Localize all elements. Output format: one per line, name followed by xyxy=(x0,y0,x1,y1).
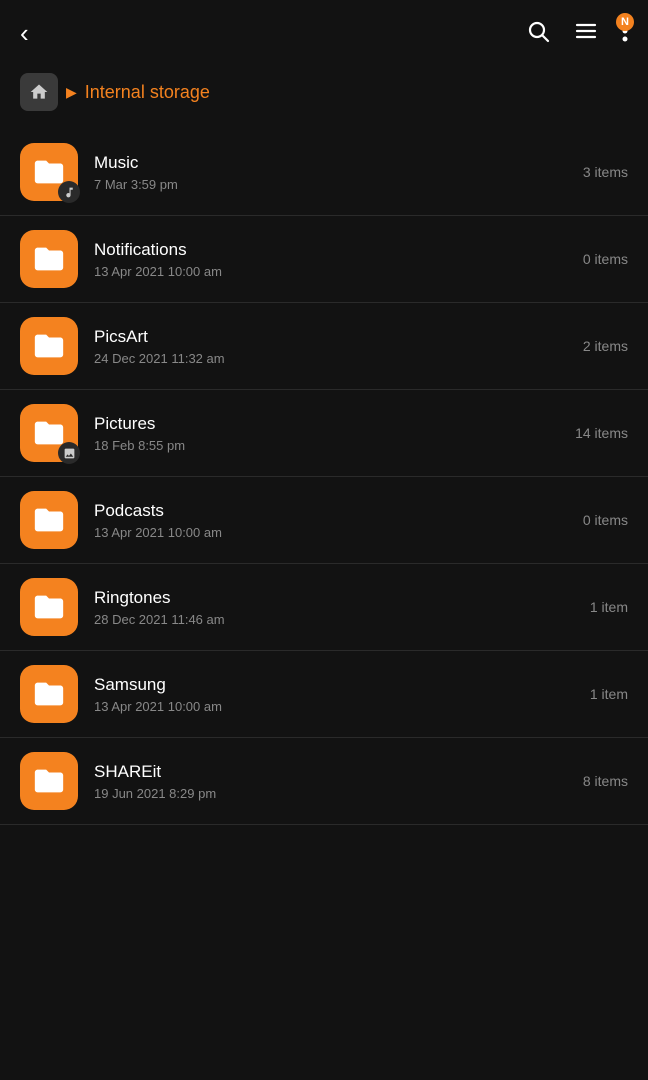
breadcrumb-arrow: ▶ xyxy=(66,84,77,101)
folder-date: 28 Dec 2021 11:46 am xyxy=(94,612,574,627)
list-item[interactable]: Notifications 13 Apr 2021 10:00 am 0 ite… xyxy=(0,216,648,303)
folder-icon xyxy=(20,578,78,636)
breadcrumb: ▶ Internal storage xyxy=(0,59,648,125)
folder-date: 19 Jun 2021 8:29 pm xyxy=(94,786,567,801)
breadcrumb-path: Internal storage xyxy=(85,82,210,103)
folder-name: SHAREit xyxy=(94,762,567,782)
folder-icon xyxy=(20,491,78,549)
folder-icon xyxy=(20,317,78,375)
folder-count: 2 items xyxy=(583,338,628,354)
folder-icon xyxy=(20,665,78,723)
folder-date: 24 Dec 2021 11:32 am xyxy=(94,351,567,366)
folder-name: Podcasts xyxy=(94,501,567,521)
folder-count: 0 items xyxy=(583,512,628,528)
folder-icon-container xyxy=(20,491,78,549)
folder-name: Pictures xyxy=(94,414,559,434)
folder-count: 8 items xyxy=(583,773,628,789)
list-item[interactable]: Pictures 18 Feb 8:55 pm 14 items xyxy=(0,390,648,477)
list-item[interactable]: Ringtones 28 Dec 2021 11:46 am 1 item xyxy=(0,564,648,651)
notification-badge: N xyxy=(616,13,634,31)
folder-icon xyxy=(20,230,78,288)
folder-info: Samsung 13 Apr 2021 10:00 am xyxy=(94,675,574,714)
folder-count: 1 item xyxy=(590,599,628,615)
list-item[interactable]: PicsArt 24 Dec 2021 11:32 am 2 items xyxy=(0,303,648,390)
folder-info: Podcasts 13 Apr 2021 10:00 am xyxy=(94,501,567,540)
header: ‹ N xyxy=(0,0,648,59)
folder-info: Music 7 Mar 3:59 pm xyxy=(94,153,567,192)
folder-name: Music xyxy=(94,153,567,173)
folder-info: SHAREit 19 Jun 2021 8:29 pm xyxy=(94,762,567,801)
folder-icon-container xyxy=(20,752,78,810)
home-icon[interactable] xyxy=(20,73,58,111)
folder-count: 14 items xyxy=(575,425,628,441)
header-right: N xyxy=(526,19,628,49)
music-badge-icon xyxy=(58,181,80,203)
folder-date: 18 Feb 8:55 pm xyxy=(94,438,559,453)
list-view-icon[interactable] xyxy=(574,19,598,49)
list-item[interactable]: SHAREit 19 Jun 2021 8:29 pm 8 items xyxy=(0,738,648,825)
image-badge-icon xyxy=(58,442,80,464)
folder-date: 13 Apr 2021 10:00 am xyxy=(94,525,567,540)
folder-name: Ringtones xyxy=(94,588,574,608)
folder-name: Notifications xyxy=(94,240,567,260)
folder-count: 0 items xyxy=(583,251,628,267)
header-left: ‹ xyxy=(20,18,29,49)
folder-count: 3 items xyxy=(583,164,628,180)
folder-info: Ringtones 28 Dec 2021 11:46 am xyxy=(94,588,574,627)
list-item[interactable]: Samsung 13 Apr 2021 10:00 am 1 item xyxy=(0,651,648,738)
folder-count: 1 item xyxy=(590,686,628,702)
folder-date: 13 Apr 2021 10:00 am xyxy=(94,264,567,279)
folder-icon-container xyxy=(20,665,78,723)
folder-list: Music 7 Mar 3:59 pm 3 items Notification… xyxy=(0,129,648,825)
folder-date: 7 Mar 3:59 pm xyxy=(94,177,567,192)
folder-icon-container xyxy=(20,578,78,636)
folder-info: Notifications 13 Apr 2021 10:00 am xyxy=(94,240,567,279)
folder-name: PicsArt xyxy=(94,327,567,347)
folder-icon-container xyxy=(20,404,78,462)
list-item[interactable]: Podcasts 13 Apr 2021 10:00 am 0 items xyxy=(0,477,648,564)
folder-name: Samsung xyxy=(94,675,574,695)
folder-info: PicsArt 24 Dec 2021 11:32 am xyxy=(94,327,567,366)
search-icon[interactable] xyxy=(526,19,550,49)
more-options-icon[interactable]: N xyxy=(622,19,628,49)
folder-date: 13 Apr 2021 10:00 am xyxy=(94,699,574,714)
list-item[interactable]: Music 7 Mar 3:59 pm 3 items xyxy=(0,129,648,216)
folder-icon-container xyxy=(20,317,78,375)
back-button[interactable]: ‹ xyxy=(20,18,29,49)
folder-info: Pictures 18 Feb 8:55 pm xyxy=(94,414,559,453)
folder-icon-container xyxy=(20,230,78,288)
folder-icon-container xyxy=(20,143,78,201)
folder-icon xyxy=(20,752,78,810)
